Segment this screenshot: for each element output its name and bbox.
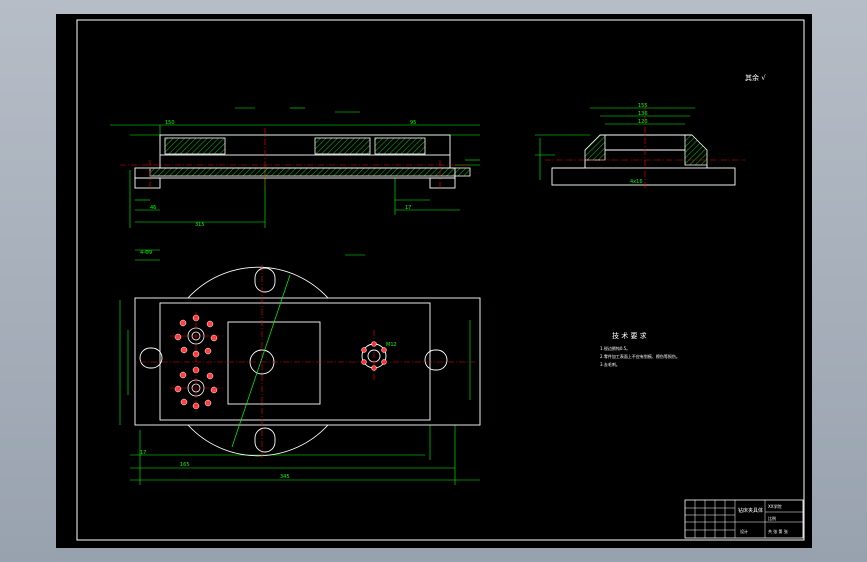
title-drawing-name: 钻床夹具体 <box>738 507 763 514</box>
svg-text:136: 136 <box>638 111 648 117</box>
svg-text:165: 165 <box>180 462 190 468</box>
title-school: XX学院 <box>768 503 781 509</box>
title-scale: 比例 <box>768 515 776 521</box>
svg-text:155: 155 <box>638 103 648 109</box>
svg-text:315: 315 <box>195 222 205 228</box>
svg-text:17: 17 <box>140 450 146 456</box>
svg-text:M12: M12 <box>386 342 397 348</box>
svg-text:345: 345 <box>280 474 290 480</box>
title-designer: 设计 <box>740 528 748 534</box>
svg-text:95: 95 <box>410 120 416 126</box>
title-sheet: 共 张 第 张 <box>768 528 788 534</box>
svg-text:120: 120 <box>638 119 648 125</box>
svg-text:150: 150 <box>165 120 175 126</box>
tech-req-item-1: 1.锐边倒钝0.5。 <box>600 345 630 351</box>
svg-text:4-Φ9: 4-Φ9 <box>140 250 152 256</box>
svg-text:46: 46 <box>150 205 156 211</box>
tech-req-title: 技 术 要 求 <box>612 331 647 340</box>
tech-req-item-3: 3.去毛刺。 <box>600 361 620 367</box>
tech-req-item-2: 2.零件加工表面上不应有划痕、擦伤等损伤。 <box>600 353 680 359</box>
cad-viewport[interactable]: 其余 √ 315 46 17 150 95 155 136 120 4x16 1… <box>0 0 867 562</box>
svg-text:4x16: 4x16 <box>630 179 643 185</box>
roughness-note: 其余 √ <box>745 73 766 82</box>
svg-text:17: 17 <box>405 205 411 211</box>
cad-drawing-canvas[interactable]: 其余 √ 315 46 17 150 95 155 136 120 4x16 1… <box>0 0 867 562</box>
